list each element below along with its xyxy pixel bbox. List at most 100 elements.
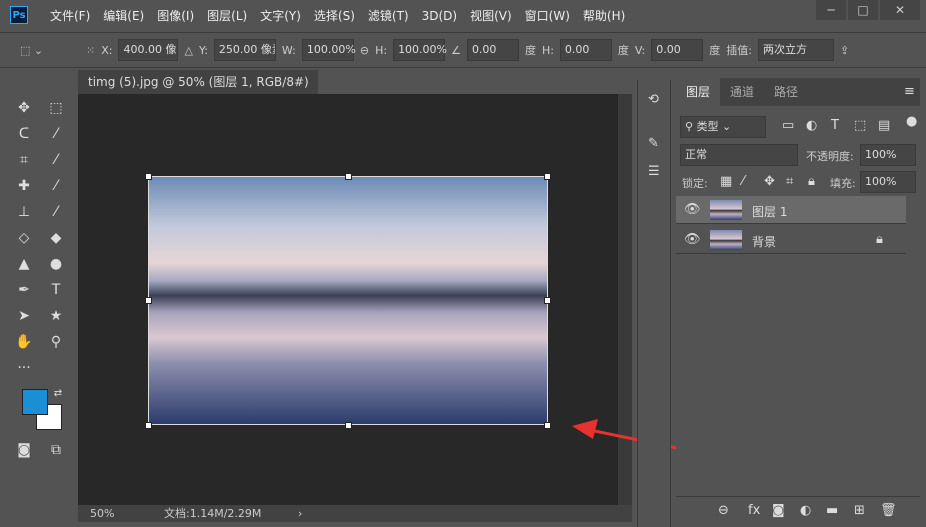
hskew-input[interactable]: 0.00 (559, 39, 612, 61)
crop-tool-icon[interactable]: ⌗ (14, 150, 34, 170)
move-tool-icon[interactable]: ✥ (14, 98, 34, 118)
screen-mode-icon[interactable]: ⧉ (46, 440, 66, 460)
menu-layer[interactable]: 图层(L) (207, 9, 247, 23)
status-menu-icon[interactable]: › (298, 505, 302, 522)
filter-type-icon[interactable]: T (831, 118, 839, 133)
maximize-button[interactable]: □ (848, 0, 878, 20)
history-brush-icon[interactable]: ⁄ (46, 202, 66, 222)
blend-mode-select[interactable]: 正常 (680, 144, 798, 166)
fx-icon[interactable]: fx (748, 503, 760, 518)
layer-filter-select[interactable]: ⚲ 类型 ⌄ (680, 116, 766, 138)
swap-colors-icon[interactable]: ⇄ (48, 384, 68, 404)
lock-transparent-icon[interactable]: ▦ (720, 174, 732, 189)
zoom-level[interactable]: 50% (90, 505, 114, 522)
transform-handle[interactable] (145, 422, 152, 429)
history-icon[interactable]: ⟲ (648, 92, 659, 107)
filter-smart-object-icon[interactable]: ▤ (878, 118, 890, 133)
close-button[interactable]: ✕ (880, 0, 920, 20)
eyedropper-icon[interactable]: ⁄ (46, 150, 66, 170)
path-select-icon[interactable]: ➤ (14, 306, 34, 326)
reference-point-icon[interactable]: ⁙ (86, 44, 95, 57)
lock-image-icon[interactable]: ⁄ (742, 174, 744, 189)
brush-settings-icon[interactable]: ✎ (648, 136, 659, 151)
blur-tool-icon[interactable]: ▲ (14, 254, 34, 274)
layer-name[interactable]: 图层 1 (752, 203, 787, 220)
layer-image[interactable] (148, 176, 548, 425)
filter-pixel-icon[interactable]: ▭ (782, 118, 794, 133)
y-input[interactable]: 250.00 像素 (213, 39, 276, 61)
new-layer-icon[interactable]: ⊞ (854, 503, 865, 518)
quick-mask-icon[interactable]: ◙ (14, 440, 34, 460)
magic-wand-icon[interactable]: ⁄ (46, 124, 66, 144)
menu-file[interactable]: 文件(F) (50, 9, 90, 23)
transform-handle[interactable] (345, 173, 352, 180)
menu-type[interactable]: 文字(Y) (260, 9, 301, 23)
type-tool-icon[interactable]: T (46, 280, 66, 300)
height-input[interactable]: 100.00% (393, 39, 447, 61)
lock-artboard-icon[interactable]: ⌗ (786, 174, 793, 189)
adjustments-icon[interactable]: ☰ (648, 164, 660, 179)
menu-window[interactable]: 窗口(W) (525, 9, 570, 23)
panel-menu-icon[interactable]: ≡ (904, 84, 915, 99)
menu-filter[interactable]: 滤镜(T) (368, 9, 409, 23)
visibility-eye-icon[interactable]: 👁︎ (684, 202, 701, 217)
marquee-tool-icon[interactable]: ⬚ (46, 98, 66, 118)
menu-select[interactable]: 选择(S) (314, 9, 355, 23)
menu-image[interactable]: 图像(I) (157, 9, 194, 23)
stamp-tool-icon[interactable]: ⊥ (14, 202, 34, 222)
lock-position-icon[interactable]: ✥ (764, 174, 775, 189)
new-group-icon[interactable]: ▬ (826, 503, 838, 518)
interpolation-select[interactable]: 两次立方 (757, 39, 834, 61)
link-layers-icon[interactable]: ⊖ (718, 503, 729, 518)
lasso-tool-icon[interactable]: ᑕ (14, 124, 34, 144)
link-icon[interactable]: ⊖ (360, 44, 369, 57)
zoom-tool-icon[interactable]: ⚲ (46, 332, 66, 352)
transform-handle[interactable] (145, 173, 152, 180)
foreground-color-swatch[interactable] (22, 389, 48, 415)
transform-handle[interactable] (544, 173, 551, 180)
brush-tool-icon[interactable]: ⁄ (46, 176, 66, 196)
menu-3d[interactable]: 3D(D) (422, 9, 457, 23)
delete-layer-icon[interactable]: 🗑︎ (880, 503, 897, 518)
layer-row[interactable]: 👁︎ 背景 🔒︎ (676, 226, 906, 254)
width-input[interactable]: 100.00% (301, 39, 356, 61)
pen-tool-icon[interactable]: ✒ (14, 280, 34, 300)
layer-row[interactable]: 👁︎ 图层 1 (676, 196, 906, 224)
layer-name[interactable]: 背景 (752, 233, 776, 250)
transform-handle[interactable] (544, 297, 551, 304)
paint-bucket-icon[interactable]: ◆ (46, 228, 66, 248)
visibility-eye-icon[interactable]: 👁︎ (684, 232, 701, 247)
document-tab[interactable]: timg (5).jpg @ 50% (图层 1, RGB/8#) *× (78, 70, 318, 113)
shape-tool-icon[interactable]: ★ (46, 306, 66, 326)
filter-shape-icon[interactable]: ⬚ (854, 118, 866, 133)
tab-paths[interactable]: 路径 (764, 78, 808, 106)
add-mask-icon[interactable]: ◙ (772, 503, 785, 518)
vskew-input[interactable]: 0.00 (651, 39, 704, 61)
rotate-input[interactable]: 0.00 (466, 39, 519, 61)
filter-toggle[interactable]: ● (906, 114, 917, 129)
dodge-tool-icon[interactable]: ● (46, 254, 66, 274)
more-tools-icon[interactable]: ··· (14, 358, 34, 378)
tab-channels[interactable]: 通道 (720, 78, 764, 106)
relative-position-icon[interactable]: △ (184, 44, 192, 57)
transform-tool-icon[interactable]: ⬚ ⌄ (20, 44, 80, 57)
tab-layers[interactable]: 图层 (676, 78, 721, 106)
lock-all-icon[interactable]: 🔒︎ (808, 174, 815, 189)
menu-edit[interactable]: 编辑(E) (103, 9, 144, 23)
transform-handle[interactable] (145, 297, 152, 304)
layer-lock-icon: 🔒︎ (876, 232, 883, 247)
transform-handle[interactable] (345, 422, 352, 429)
share-icon[interactable]: ⇪ (840, 44, 849, 57)
menu-view[interactable]: 视图(V) (470, 9, 512, 23)
x-input[interactable]: 400.00 像素 (118, 39, 179, 61)
minimize-button[interactable]: ─ (816, 0, 846, 20)
fill-input[interactable]: 100% (860, 171, 916, 193)
hand-tool-icon[interactable]: ✋ (14, 332, 34, 352)
opacity-input[interactable]: 100% (860, 144, 916, 166)
transform-handle[interactable] (544, 422, 551, 429)
filter-adjustment-icon[interactable]: ◐ (806, 118, 817, 133)
adjustment-layer-icon[interactable]: ◐ (800, 503, 811, 518)
menu-help[interactable]: 帮助(H) (583, 9, 625, 23)
healing-brush-icon[interactable]: ✚ (14, 176, 34, 196)
eraser-tool-icon[interactable]: ◇ (14, 228, 34, 248)
